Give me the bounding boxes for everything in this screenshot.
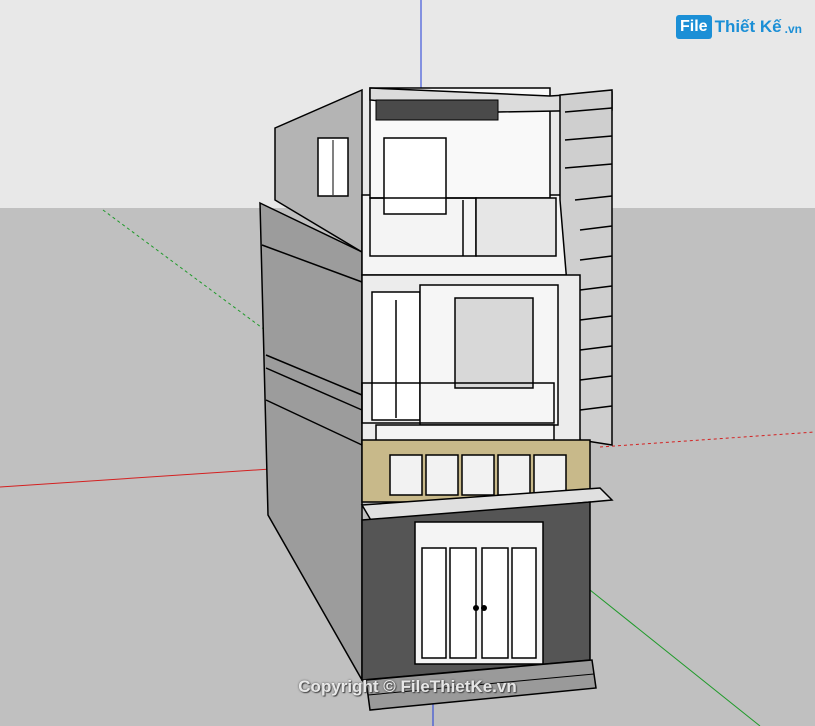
third-floor-parapet xyxy=(475,197,557,257)
copyright-watermark: Copyright © FileThietKe.vn xyxy=(298,677,517,696)
logo-text: Thiết Kế xyxy=(714,17,782,36)
mezzanine-windows xyxy=(389,454,567,496)
door-handle-left xyxy=(473,605,479,611)
logo-box-text: File xyxy=(676,15,712,39)
house-model-scene xyxy=(0,0,815,726)
pergola-shadow xyxy=(375,99,499,121)
logo-tld: .vn xyxy=(784,22,802,36)
rooftop-door xyxy=(383,137,447,215)
door-handle-right xyxy=(481,605,487,611)
filethietke-logo: File Thiết Kế .vn xyxy=(676,12,802,42)
sketchup-viewport[interactable]: File Thiết Kế .vn Copyright © FileThietK… xyxy=(0,0,815,726)
bay-window-glass xyxy=(454,297,534,389)
